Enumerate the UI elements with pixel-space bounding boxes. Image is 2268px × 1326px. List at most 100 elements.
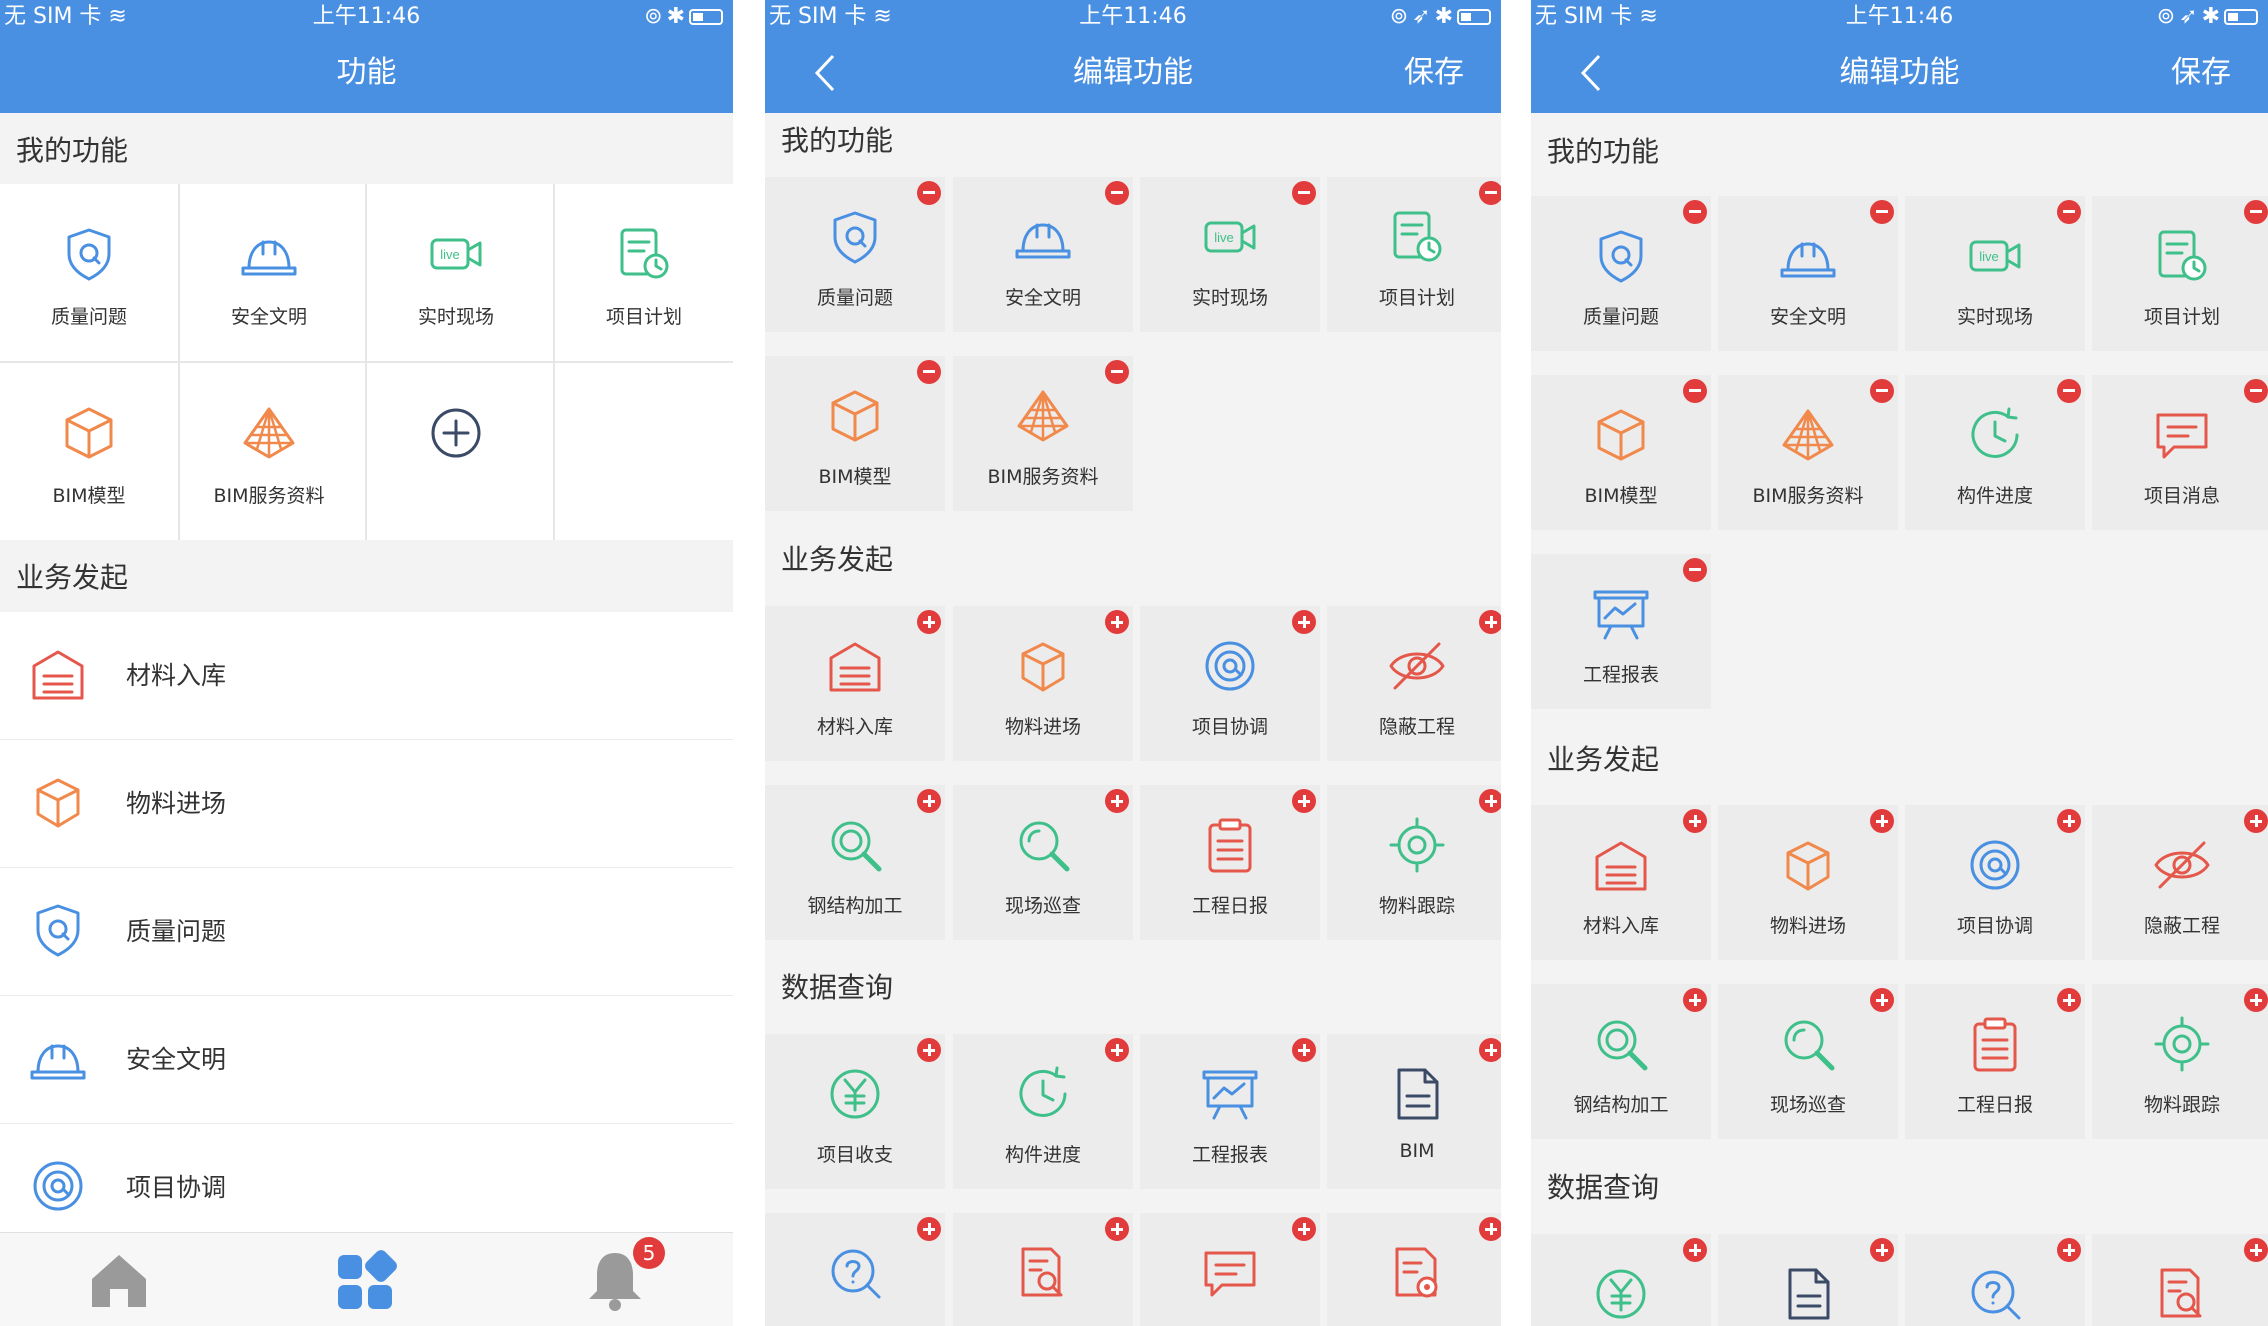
tab-apps[interactable] [330, 1245, 400, 1315]
add-badge-icon[interactable] [1105, 789, 1129, 813]
function-tile[interactable]: 材料入库 [765, 606, 945, 761]
add-badge-icon[interactable] [2057, 988, 2081, 1012]
add-badge-icon[interactable] [1479, 1217, 1501, 1241]
add-badge-icon[interactable] [917, 1038, 941, 1062]
remove-badge-icon[interactable] [1292, 181, 1316, 205]
tab-home[interactable] [84, 1245, 154, 1315]
remove-badge-icon[interactable] [917, 360, 941, 384]
remove-badge-icon[interactable] [1105, 360, 1129, 384]
function-tile[interactable]: 工程报表 [1531, 554, 1711, 709]
add-badge-icon[interactable] [1292, 1217, 1316, 1241]
save-button[interactable]: 保存 [2171, 50, 2231, 96]
function-tile[interactable]: BIM模型 [1531, 375, 1711, 530]
remove-badge-icon[interactable] [1105, 181, 1129, 205]
function-tile[interactable]: 隐蔽工程 [1327, 606, 1501, 761]
function-tile[interactable]: 物料进场 [1718, 805, 1898, 960]
function-tile[interactable]: 安全文明 [953, 177, 1133, 332]
function-tile[interactable]: 构件进度 [1905, 375, 2085, 530]
function-tile[interactable]: 构件进度 [953, 1034, 1133, 1189]
function-tile[interactable]: 工程日报 [1905, 984, 2085, 1139]
add-badge-icon[interactable] [1683, 988, 1707, 1012]
remove-badge-icon[interactable] [1870, 379, 1894, 403]
remove-badge-icon[interactable] [1683, 200, 1707, 224]
function-tile[interactable]: 物料跟踪 [1327, 785, 1501, 940]
function-tile[interactable]: live 实时现场 [1140, 177, 1320, 332]
function-tile[interactable]: 现场巡查 [1718, 984, 1898, 1139]
function-tile[interactable] [1718, 1234, 1898, 1326]
function-tile[interactable]: 安全文明 [180, 184, 358, 361]
function-tile[interactable]: 项目协调 [1140, 606, 1320, 761]
function-tile[interactable]: 质量问题 [765, 177, 945, 332]
function-tile[interactable] [1140, 1213, 1320, 1326]
function-tile[interactable] [953, 1213, 1133, 1326]
function-tile[interactable]: 项目消息 [2092, 375, 2268, 530]
function-tile[interactable]: 隐蔽工程 [2092, 805, 2268, 960]
remove-badge-icon[interactable] [2244, 200, 2268, 224]
function-tile[interactable]: live 实时现场 [1905, 196, 2085, 351]
remove-badge-icon[interactable] [1683, 558, 1707, 582]
add-badge-icon[interactable] [1105, 1038, 1129, 1062]
function-tile[interactable]: 钢结构加工 [1531, 984, 1711, 1139]
list-item[interactable]: 安全文明 [0, 996, 733, 1124]
remove-badge-icon[interactable] [2057, 379, 2081, 403]
remove-badge-icon[interactable] [1683, 379, 1707, 403]
function-tile[interactable]: 钢结构加工 [765, 785, 945, 940]
function-tile[interactable]: BIM [1327, 1034, 1501, 1189]
add-badge-icon[interactable] [917, 789, 941, 813]
remove-badge-icon[interactable] [1870, 200, 1894, 224]
function-tile[interactable]: 材料入库 [1531, 805, 1711, 960]
function-tile[interactable] [1531, 1234, 1711, 1326]
function-tile[interactable]: 项目收支 [765, 1034, 945, 1189]
add-badge-icon[interactable] [917, 610, 941, 634]
function-tile[interactable]: BIM服务资料 [180, 363, 358, 540]
add-function-tile[interactable] [367, 363, 545, 540]
remove-badge-icon[interactable] [917, 181, 941, 205]
add-badge-icon[interactable] [1870, 1238, 1894, 1262]
function-tile[interactable]: 物料跟踪 [2092, 984, 2268, 1139]
add-badge-icon[interactable] [2244, 988, 2268, 1012]
function-tile[interactable] [1905, 1234, 2085, 1326]
add-badge-icon[interactable] [1479, 610, 1501, 634]
function-tile[interactable] [2092, 1234, 2268, 1326]
function-tile[interactable]: 质量问题 [0, 184, 178, 361]
function-tile[interactable]: 工程报表 [1140, 1034, 1320, 1189]
function-tile[interactable]: BIM模型 [765, 356, 945, 511]
function-tile[interactable]: 项目协调 [1905, 805, 2085, 960]
function-tile[interactable]: 安全文明 [1718, 196, 1898, 351]
add-badge-icon[interactable] [1683, 1238, 1707, 1262]
add-badge-icon[interactable] [1870, 809, 1894, 833]
add-badge-icon[interactable] [1292, 1038, 1316, 1062]
function-tile[interactable]: 工程日报 [1140, 785, 1320, 940]
remove-badge-icon[interactable] [1479, 181, 1501, 205]
list-item[interactable]: 质量问题 [0, 868, 733, 996]
add-badge-icon[interactable] [1105, 610, 1129, 634]
remove-badge-icon[interactable] [2057, 200, 2081, 224]
add-badge-icon[interactable] [1479, 789, 1501, 813]
remove-badge-icon[interactable] [2244, 379, 2268, 403]
add-badge-icon[interactable] [1479, 1038, 1501, 1062]
add-badge-icon[interactable] [1292, 610, 1316, 634]
add-badge-icon[interactable] [2244, 1238, 2268, 1262]
add-badge-icon[interactable] [2244, 809, 2268, 833]
function-tile[interactable]: 现场巡查 [953, 785, 1133, 940]
function-tile[interactable]: 项目计划 [2092, 196, 2268, 351]
add-badge-icon[interactable] [1105, 1217, 1129, 1241]
add-badge-icon[interactable] [917, 1217, 941, 1241]
function-tile[interactable] [765, 1213, 945, 1326]
function-tile[interactable]: 物料进场 [953, 606, 1133, 761]
function-tile[interactable]: 项目计划 [555, 184, 733, 361]
save-button[interactable]: 保存 [1404, 50, 1464, 96]
function-tile[interactable]: BIM服务资料 [953, 356, 1133, 511]
list-item[interactable]: 材料入库 [0, 612, 733, 740]
add-badge-icon[interactable] [2057, 1238, 2081, 1262]
function-tile[interactable]: 项目计划 [1327, 177, 1501, 332]
add-badge-icon[interactable] [1683, 809, 1707, 833]
function-tile[interactable]: BIM服务资料 [1718, 375, 1898, 530]
function-tile[interactable] [1327, 1213, 1501, 1326]
function-tile[interactable]: BIM模型 [0, 363, 178, 540]
add-badge-icon[interactable] [1870, 988, 1894, 1012]
add-badge-icon[interactable] [1292, 789, 1316, 813]
function-tile[interactable]: live 实时现场 [367, 184, 545, 361]
function-tile[interactable]: 质量问题 [1531, 196, 1711, 351]
add-badge-icon[interactable] [2057, 809, 2081, 833]
